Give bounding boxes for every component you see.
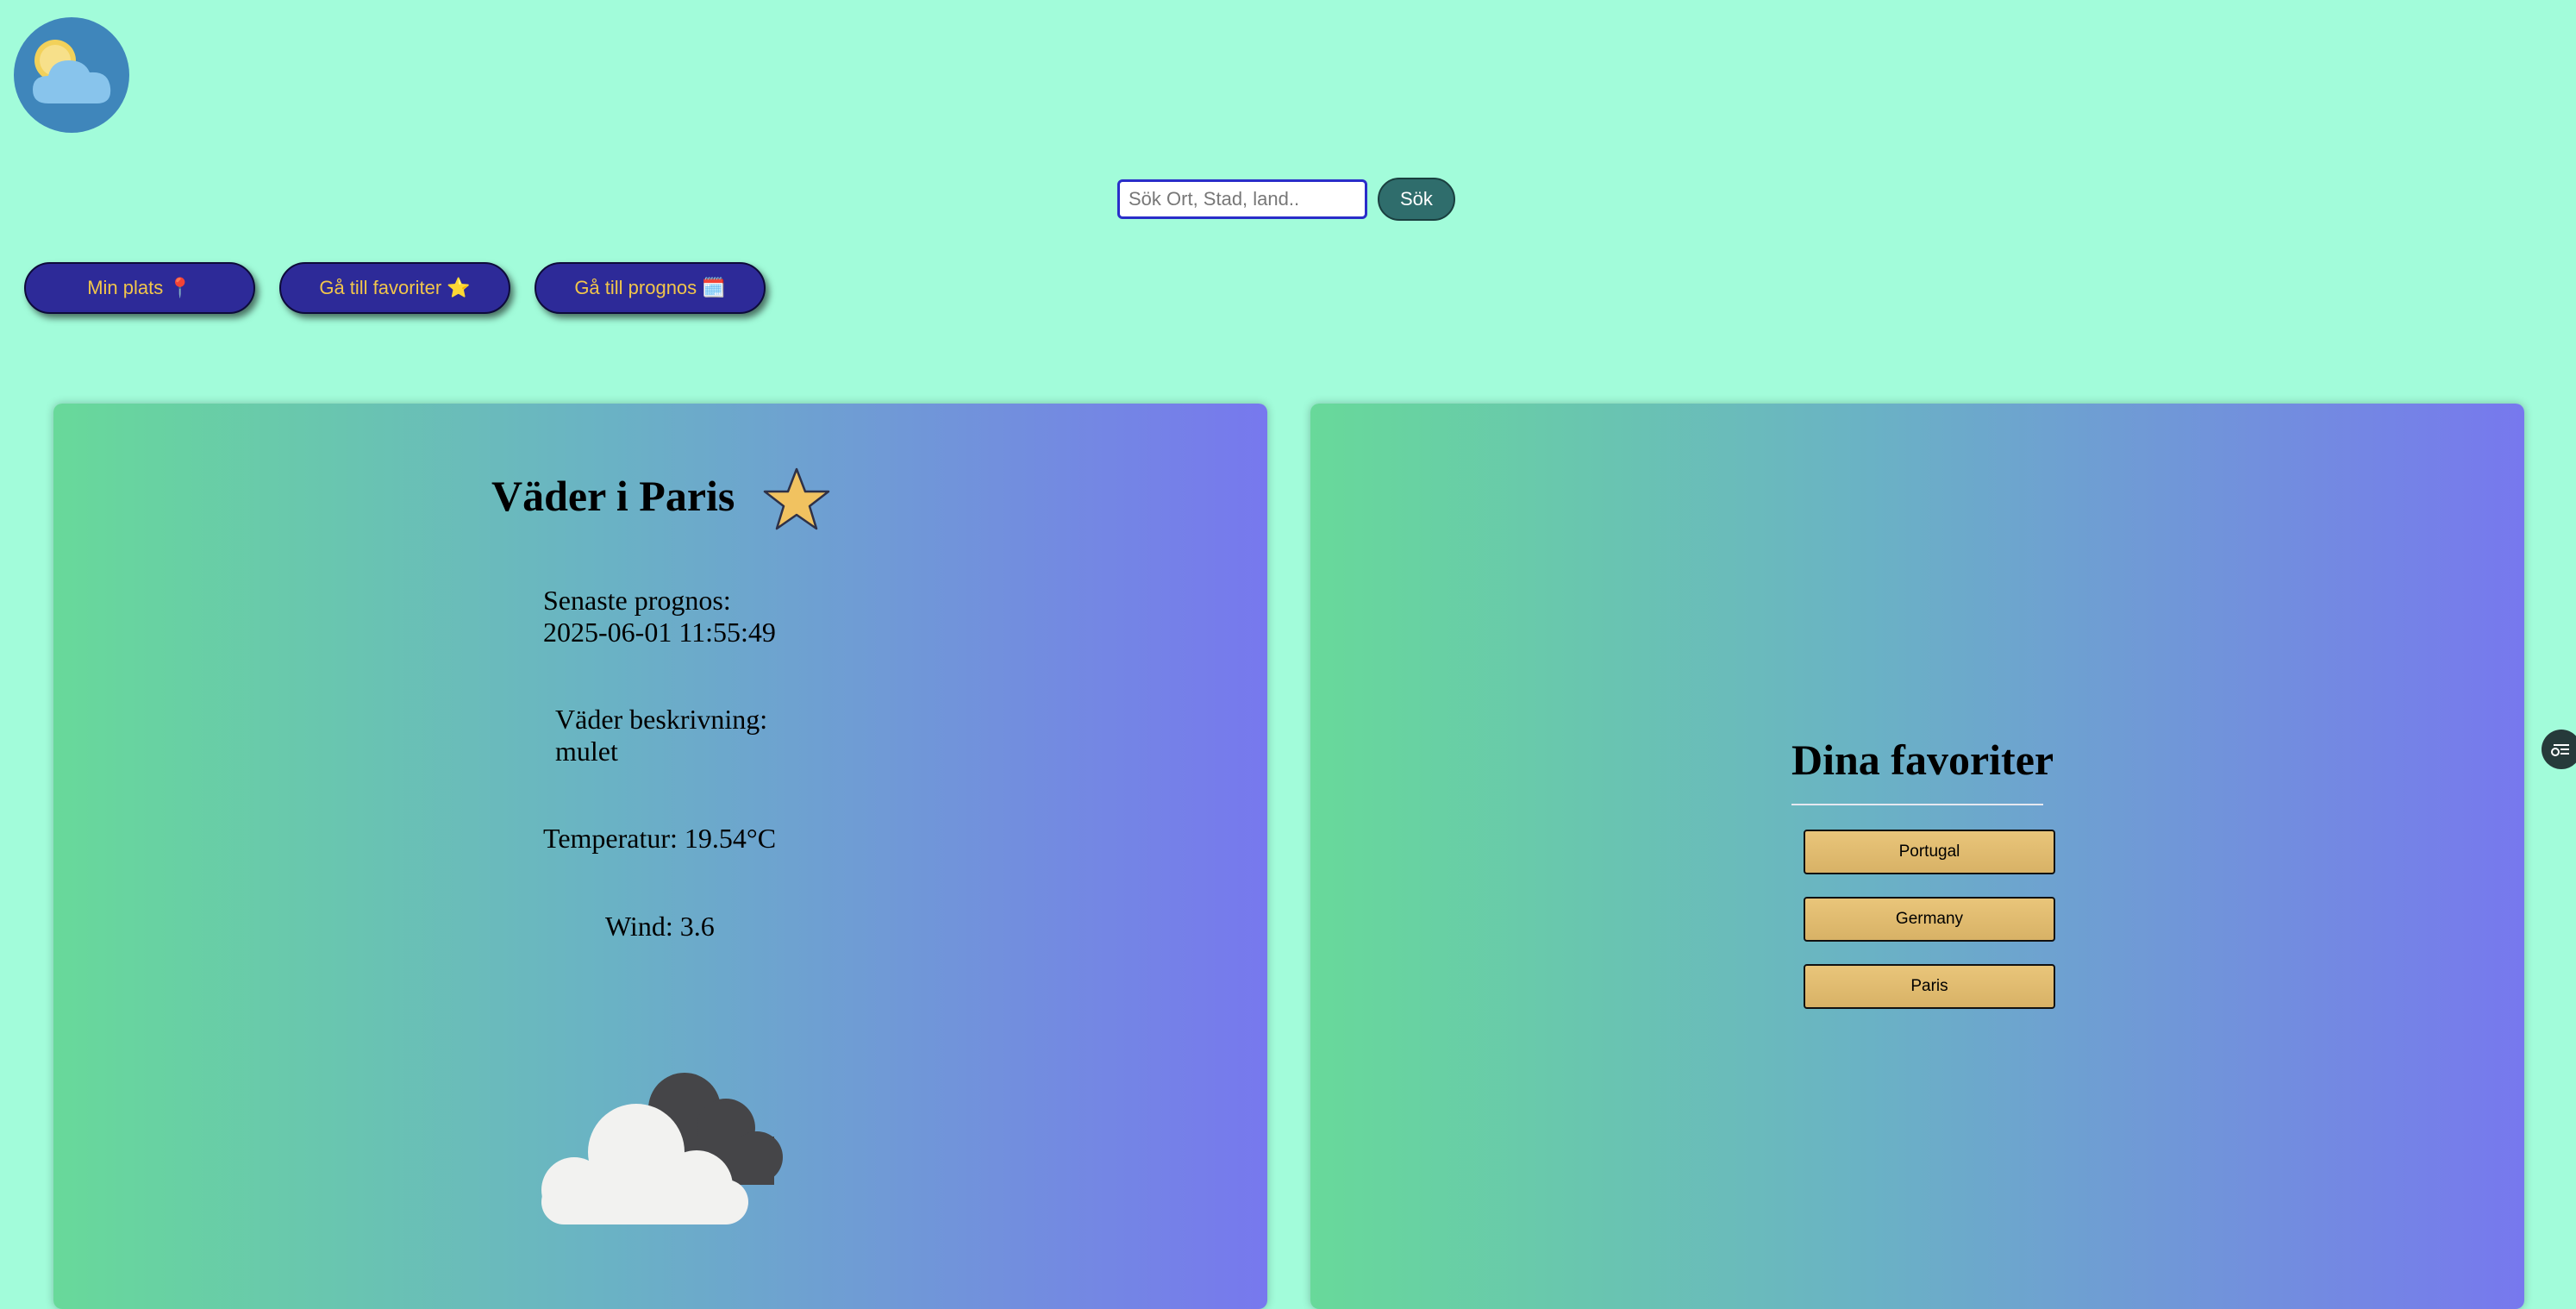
side-panel-toggle[interactable] [2542,730,2576,769]
favorites-card: Dina favoriter Portugal Germany Paris [1310,404,2524,1309]
weather-title: Väder i Paris [491,472,735,520]
nav-buttons: Min plats 📍 Gå till favoriter ⭐ Gå till … [24,262,766,314]
favorite-star-icon[interactable] [762,466,831,533]
search-button[interactable]: Sök [1378,178,1455,221]
cloudy-icon [541,1073,783,1224]
latest-forecast-value: 2025-06-01 11:55:49 [543,617,776,648]
latest-forecast: Senaste prognos: 2025-06-01 11:55:49 [543,585,776,648]
go-to-favorites-button[interactable]: Gå till favoriter ⭐ [279,262,510,314]
temperature: Temperatur: 19.54°C [543,823,777,854]
go-to-forecast-button[interactable]: Gå till prognos 🗓️ [535,262,766,314]
weather-description-label: Väder beskrivning: [555,704,768,735]
wind: Wind: 3.6 [605,911,715,942]
search-bar: Sök [1117,178,1455,221]
latest-forecast-label: Senaste prognos: [543,585,731,616]
weather-card: Väder i Paris Senaste prognos: 2025-06-0… [53,404,1267,1309]
list-settings-icon [2551,744,2569,756]
weather-description: Väder beskrivning: mulet [555,704,767,767]
favorite-item-germany[interactable]: Germany [1804,897,2055,942]
app-logo [14,17,129,133]
favorites-title: Dina favoriter [1791,736,2054,784]
weather-description-value: mulet [555,736,618,767]
favorites-divider [1791,804,2043,805]
favorite-item-paris[interactable]: Paris [1804,964,2055,1009]
sun-cloud-icon [33,40,111,103]
my-location-button[interactable]: Min plats 📍 [24,262,255,314]
search-input[interactable] [1117,179,1367,219]
favorite-item-portugal[interactable]: Portugal [1804,830,2055,874]
